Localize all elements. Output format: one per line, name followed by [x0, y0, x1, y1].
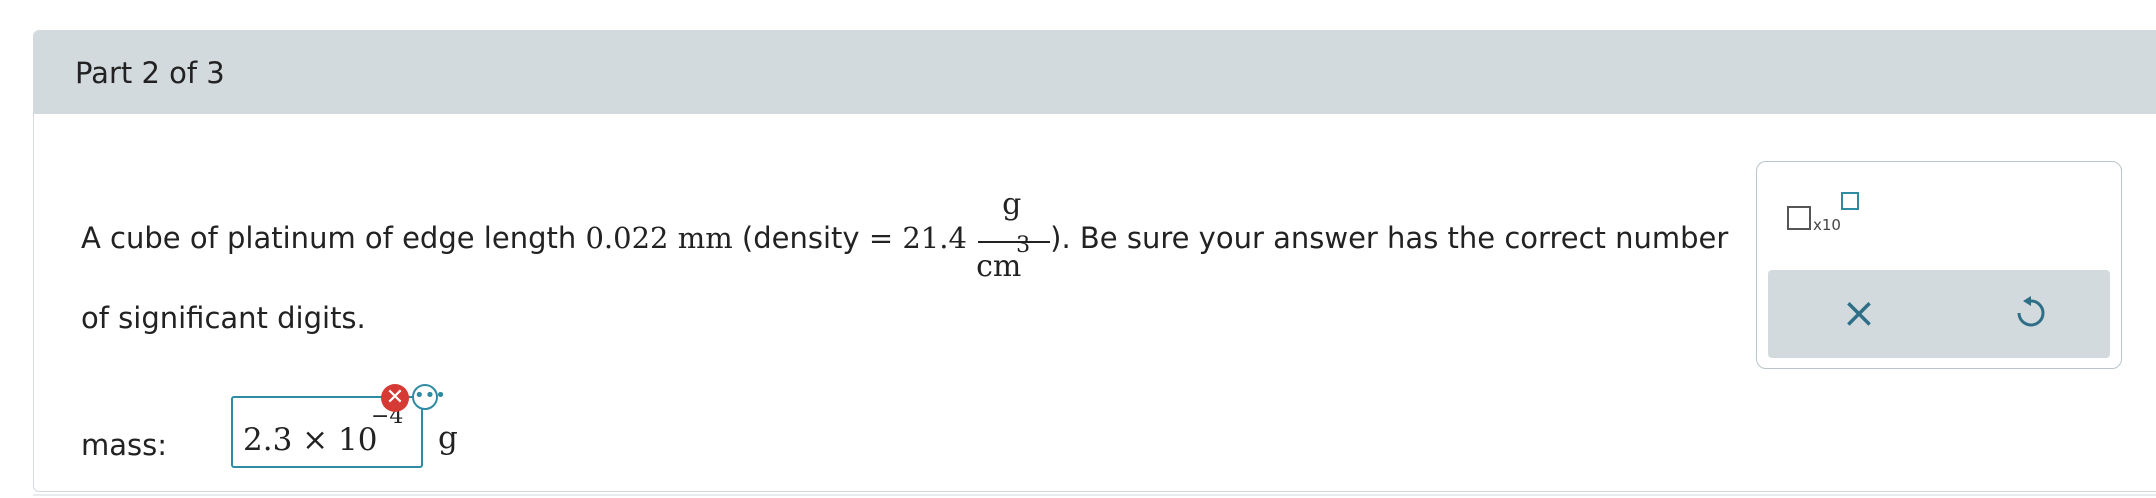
question-line-1: A cube of platinum of edge length 0.022 … [81, 187, 1729, 284]
answer-value: 2.3 × 10 [243, 422, 378, 458]
part-title: Part 2 of 3 [75, 56, 225, 90]
exponent-box-icon [1841, 192, 1859, 210]
undo-icon [2017, 296, 2045, 327]
question-line-2: of significant digits. [81, 301, 366, 335]
edge-value: 0.022 [585, 221, 669, 255]
fraction-bar [978, 241, 1051, 243]
mass-unit: g [438, 420, 458, 456]
tool-actions-bar: × [1768, 270, 2110, 358]
question-intro: A cube of platinum of edge length [81, 221, 586, 255]
undo-button[interactable] [2008, 290, 2054, 336]
density-open: (density [732, 221, 869, 255]
part-header: Part 2 of 3 [34, 31, 2156, 114]
mantissa-box-icon [1787, 206, 1811, 230]
math-tool-panel: x10 × [1756, 161, 2122, 369]
question-tail: ). Be sure your answer has the correct n… [1050, 221, 1729, 255]
fraction-numerator: g [1002, 187, 1022, 222]
bottom-divider [33, 494, 2156, 496]
edge-unit: mm [677, 221, 733, 255]
scientific-notation-button[interactable]: x10 [1787, 192, 1867, 236]
ellipsis-icon[interactable]: ••• [412, 384, 446, 410]
mass-label: mass: [81, 428, 168, 462]
fraction-exponent: 3 [1016, 233, 1031, 258]
close-circle-icon: ✕ [381, 384, 409, 412]
density-unit-fraction: g cm 3 [976, 187, 1051, 284]
fraction-denominator: cm [976, 249, 1022, 284]
clear-button[interactable]: × [1836, 290, 1882, 336]
density-equals: = 21.4 [868, 221, 967, 255]
x10-label: x10 [1813, 216, 1841, 234]
